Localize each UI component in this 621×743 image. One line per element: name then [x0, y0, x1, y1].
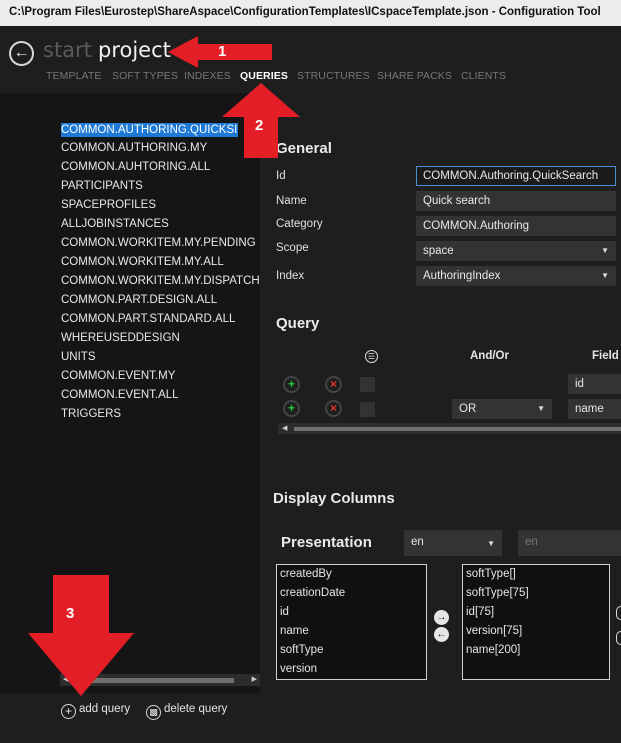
- list-item[interactable]: name[200]: [466, 644, 520, 656]
- list-item[interactable]: version: [280, 663, 317, 675]
- tab-share-packs[interactable]: SHARE PACKS: [377, 70, 452, 82]
- tab-indexes[interactable]: INDEXES: [184, 70, 231, 82]
- annotation-badge-3: 3: [66, 605, 75, 622]
- list-item[interactable]: softType[75]: [466, 587, 529, 599]
- index-select[interactable]: AuthoringIndex ▼: [416, 266, 616, 286]
- language-select[interactable]: en ▼: [404, 530, 502, 556]
- query-list-item[interactable]: COMMON.AUTHORING.QUICKSI: [61, 123, 239, 137]
- tab-structures[interactable]: STRUCTURES: [297, 70, 370, 82]
- query-list-item[interactable]: ALLJOBINSTANCES: [61, 218, 169, 230]
- chevron-down-icon: ▼: [601, 246, 609, 255]
- move-right-icon[interactable]: →: [434, 610, 449, 625]
- move-down-icon[interactable]: [616, 631, 621, 645]
- add-condition-icon[interactable]: +: [283, 400, 300, 417]
- add-query-label: add query: [79, 703, 131, 715]
- list-item[interactable]: creationDate: [280, 587, 345, 599]
- chevron-down-icon: ▼: [601, 271, 609, 280]
- list-item[interactable]: version[75]: [466, 625, 522, 637]
- breadcrumb-start[interactable]: start: [43, 38, 92, 62]
- category-field[interactable]: COMMON.Authoring: [416, 216, 616, 236]
- scrollbar-thumb[interactable]: [294, 427, 621, 431]
- add-condition-icon[interactable]: +: [283, 376, 300, 393]
- list-item[interactable]: softType: [280, 644, 323, 656]
- name-label: Name: [276, 195, 307, 207]
- chevron-down-icon: ▼: [487, 539, 495, 548]
- trash-icon: ▩: [146, 705, 161, 720]
- list-item[interactable]: softType[]: [466, 568, 516, 580]
- field-column-header: Field: [592, 350, 619, 362]
- condition-checkbox[interactable]: [360, 377, 375, 392]
- remove-condition-icon[interactable]: ×: [325, 376, 342, 393]
- list-item[interactable]: createdBy: [280, 568, 332, 580]
- chevron-down-icon: ▼: [537, 404, 545, 413]
- move-left-icon[interactable]: ←: [434, 627, 449, 642]
- index-label: Index: [276, 270, 305, 282]
- selected-columns-list[interactable]: softType[] softType[75] id[75] version[7…: [462, 564, 610, 680]
- query-list-item[interactable]: COMMON.PART.DESIGN.ALL: [61, 294, 217, 306]
- delete-query-label: delete query: [164, 703, 228, 715]
- query-list-item[interactable]: TRIGGERS: [61, 408, 121, 420]
- available-columns-list[interactable]: createdBy creationDate id name softType …: [276, 564, 427, 680]
- query-list-item[interactable]: COMMON.EVENT.MY: [61, 370, 175, 382]
- query-list-item[interactable]: WHEREUSEDDESIGN: [61, 332, 180, 344]
- query-list-item[interactable]: COMMON.WORKITEM.MY.PENDING: [61, 237, 256, 249]
- add-query-button[interactable]: + add query: [61, 703, 130, 719]
- scroll-right-icon[interactable]: ▶: [252, 674, 257, 686]
- scope-label: Scope: [276, 242, 309, 254]
- scope-select[interactable]: space ▼: [416, 241, 616, 261]
- tab-soft-types[interactable]: SOFT TYPES: [112, 70, 178, 82]
- display-columns-heading: Display Columns: [273, 490, 395, 507]
- condition-field-input[interactable]: name: [568, 399, 621, 419]
- annotation-badge-2: 2: [255, 117, 264, 134]
- query-scrollbar[interactable]: ◀: [278, 423, 621, 434]
- list-item[interactable]: id: [280, 606, 289, 618]
- list-item[interactable]: id[75]: [466, 606, 494, 618]
- scroll-left-icon[interactable]: ◀: [282, 423, 287, 435]
- query-list-item[interactable]: COMMON.WORKITEM.MY.DISPATCH: [61, 275, 260, 287]
- and-or-column-header: And/Or: [470, 350, 509, 362]
- delete-query-button[interactable]: ▩ delete query: [146, 703, 227, 720]
- annotation-arrow-3-icon: [28, 575, 134, 696]
- and-or-select[interactable]: OR ▼: [452, 399, 552, 419]
- query-list-item[interactable]: COMMON.WORKITEM.MY.ALL: [61, 256, 224, 268]
- condition-field-input[interactable]: id: [568, 374, 621, 394]
- query-list-item[interactable]: COMMON.AUTHORING.MY: [61, 142, 207, 154]
- plus-icon: +: [61, 704, 76, 719]
- category-label: Category: [276, 218, 323, 230]
- list-item[interactable]: name: [280, 625, 309, 637]
- id-field[interactable]: COMMON.Authoring.QuickSearch: [416, 166, 616, 186]
- query-list-item[interactable]: COMMON.EVENT.ALL: [61, 389, 179, 401]
- tab-clients[interactable]: CLIENTS: [461, 70, 506, 82]
- language-value: en: [411, 536, 424, 548]
- index-value: AuthoringIndex: [423, 270, 501, 282]
- query-list-item[interactable]: PARTICIPANTS: [61, 180, 143, 192]
- tab-queries[interactable]: QUERIES: [240, 70, 288, 82]
- query-list-item[interactable]: SPACEPROFILES: [61, 199, 156, 211]
- tab-template[interactable]: TEMPLATE: [46, 70, 101, 82]
- id-label: Id: [276, 170, 286, 182]
- remove-condition-icon[interactable]: ×: [325, 400, 342, 417]
- presentation-label: Presentation: [281, 534, 372, 551]
- language-input[interactable]: en: [518, 530, 621, 556]
- list-menu-icon[interactable]: ☰: [365, 350, 378, 363]
- annotation-badge-1: 1: [218, 43, 227, 60]
- name-field[interactable]: Quick search: [416, 191, 616, 211]
- query-list-item[interactable]: COMMON.AUHTORING.ALL: [61, 161, 210, 173]
- query-heading: Query: [276, 315, 320, 332]
- back-arrow-icon[interactable]: ←: [9, 41, 34, 66]
- and-or-value: OR: [459, 403, 477, 415]
- query-list-item[interactable]: COMMON.PART.STANDARD.ALL: [61, 313, 235, 325]
- scope-value: space: [423, 245, 454, 257]
- move-up-icon[interactable]: [616, 606, 621, 620]
- window-title-bar: C:\Program Files\Eurostep\ShareAspace\Co…: [0, 0, 621, 26]
- condition-checkbox[interactable]: [360, 402, 375, 417]
- breadcrumb-project: project: [98, 38, 171, 62]
- query-list-item[interactable]: UNITS: [61, 351, 96, 363]
